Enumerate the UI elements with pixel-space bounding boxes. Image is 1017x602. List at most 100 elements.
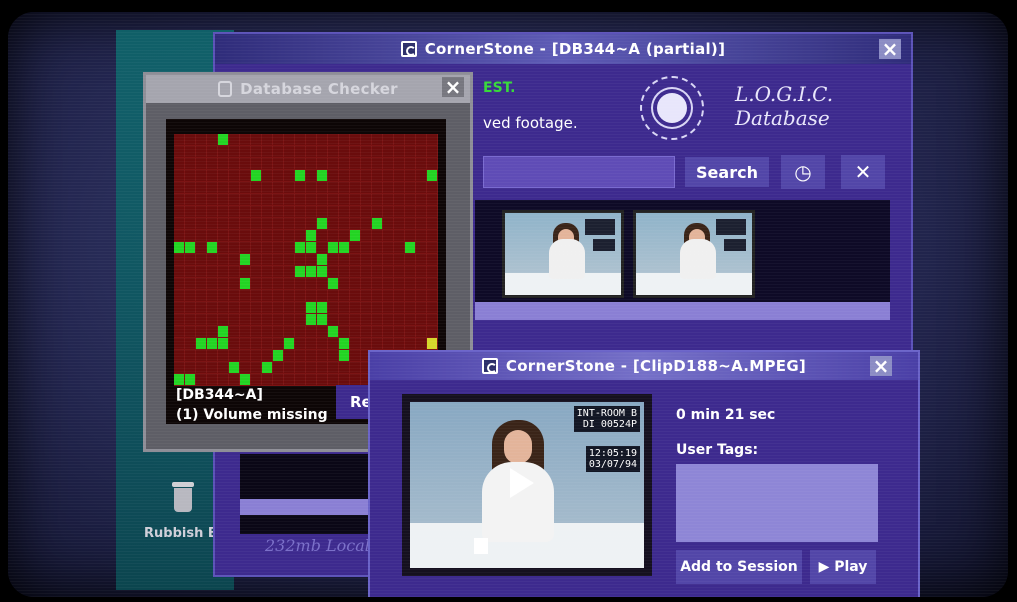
rubbish-bin-icon[interactable]	[170, 482, 196, 514]
volume-cell	[350, 218, 361, 230]
volume-cell	[229, 254, 240, 266]
volume-cell	[306, 290, 317, 302]
volume-cell	[394, 146, 405, 158]
volume-cell	[405, 170, 416, 182]
volume-cell	[251, 302, 262, 314]
crt-screen: Rubbish B CornerStone - [DB344~A (partia…	[8, 12, 1008, 597]
clip-close-button[interactable]: ×	[870, 356, 892, 376]
volume-cell	[405, 266, 416, 278]
volume-cell	[207, 362, 218, 374]
volume-cell	[328, 338, 339, 350]
volume-cell	[251, 338, 262, 350]
volume-cell	[240, 158, 251, 170]
volume-cell	[174, 242, 185, 254]
volume-cell	[427, 230, 438, 242]
volume-cell	[405, 242, 416, 254]
volume-cell	[350, 194, 361, 206]
main-close-button[interactable]: ×	[879, 39, 901, 59]
volume-cell	[383, 242, 394, 254]
volume-cell	[284, 194, 295, 206]
clip-thumbnail[interactable]	[633, 210, 755, 298]
volume-cell	[273, 170, 284, 182]
volume-cell	[218, 218, 229, 230]
volume-cell	[372, 242, 383, 254]
cornerstone-app-icon	[400, 41, 417, 57]
volume-cell	[295, 170, 306, 182]
play-icon[interactable]	[510, 468, 534, 498]
welcome-subtext: ved footage.	[483, 114, 578, 132]
volume-cell	[262, 158, 273, 170]
volume-cell	[405, 290, 416, 302]
volume-cell	[372, 134, 383, 146]
logic-database-logo: L.O.G.I.C. Database	[735, 82, 834, 130]
clip-thumbnail[interactable]	[502, 210, 624, 298]
volume-cell	[207, 146, 218, 158]
volume-cell	[240, 314, 251, 326]
volume-cell	[174, 170, 185, 182]
volume-cell	[361, 170, 372, 182]
volume-cell	[284, 182, 295, 194]
user-tags-field[interactable]	[676, 464, 878, 542]
volume-cell	[295, 278, 306, 290]
checker-close-button[interactable]: ×	[442, 77, 464, 97]
volume-cell	[229, 206, 240, 218]
volume-cell	[306, 326, 317, 338]
volume-cell	[372, 194, 383, 206]
volume-cell	[295, 362, 306, 374]
volume-cell	[306, 362, 317, 374]
volume-cell	[251, 170, 262, 182]
volume-cell	[394, 314, 405, 326]
volume-cell	[207, 350, 218, 362]
volume-cell	[218, 206, 229, 218]
volume-cell	[350, 362, 361, 374]
volume-cell	[218, 170, 229, 182]
volume-cell	[405, 254, 416, 266]
volume-cell	[416, 170, 427, 182]
volume-cell	[306, 170, 317, 182]
volume-cell	[240, 254, 251, 266]
volume-cell	[339, 362, 350, 374]
results-scrollbar[interactable]	[475, 302, 890, 320]
play-button[interactable]: ▶ Play	[810, 550, 876, 584]
volume-cell	[240, 206, 251, 218]
volume-cell	[207, 290, 218, 302]
volume-cell	[405, 338, 416, 350]
volume-cell	[218, 194, 229, 206]
volume-cell	[273, 182, 284, 194]
volume-cell	[284, 362, 295, 374]
volume-cell	[306, 218, 317, 230]
video-osd-location: INT-ROOM B DI 00524P	[573, 406, 640, 432]
tools-icon[interactable]: ✕	[841, 155, 885, 189]
checker-titlebar[interactable]: Database Checker	[146, 75, 470, 103]
search-input[interactable]	[483, 156, 675, 188]
volume-cell	[361, 146, 372, 158]
volume-cell	[427, 278, 438, 290]
search-button[interactable]: Search	[685, 157, 769, 187]
volume-cell	[207, 326, 218, 338]
add-to-session-button[interactable]: Add to Session	[676, 550, 802, 584]
volume-cell	[273, 194, 284, 206]
volume-cell	[284, 338, 295, 350]
volume-cell	[251, 218, 262, 230]
main-titlebar[interactable]: CornerStone - [DB344~A (partial)]	[215, 34, 911, 64]
clip-titlebar[interactable]: CornerStone - [ClipD188~A.MPEG]	[370, 352, 918, 380]
volume-cell	[229, 350, 240, 362]
volume-cell	[196, 182, 207, 194]
volume-cell	[383, 218, 394, 230]
volume-cell	[427, 326, 438, 338]
video-player[interactable]: INT-ROOM B DI 00524P 12:05:19 03/07/94	[402, 394, 652, 576]
volume-cell	[295, 182, 306, 194]
volume-cell	[218, 350, 229, 362]
volume-cell	[229, 242, 240, 254]
volume-cell	[427, 158, 438, 170]
volume-cell	[416, 158, 427, 170]
volume-cell	[405, 230, 416, 242]
volume-cell	[207, 170, 218, 182]
volume-cell	[229, 170, 240, 182]
volume-cell	[427, 218, 438, 230]
clock-icon[interactable]: ◷	[781, 155, 825, 189]
volume-cell	[174, 350, 185, 362]
volume-cell	[394, 278, 405, 290]
volume-cell	[416, 290, 427, 302]
volume-cell	[416, 146, 427, 158]
